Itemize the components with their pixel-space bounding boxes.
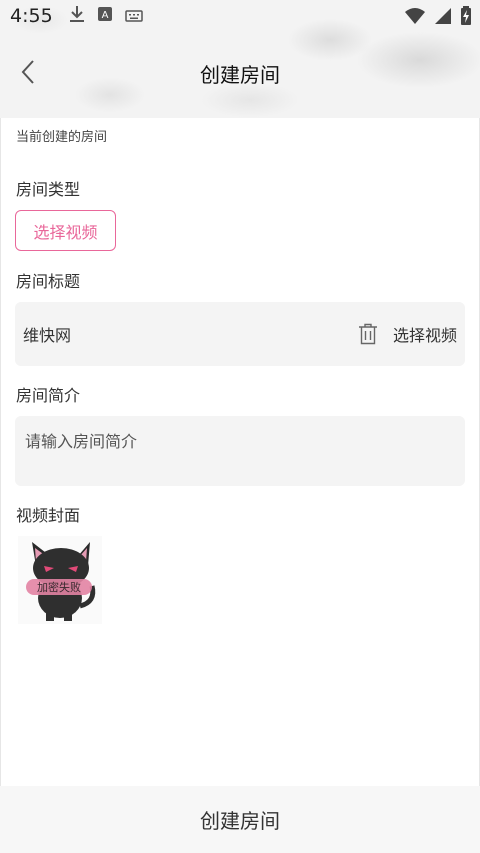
status-time: 4:55	[10, 5, 53, 27]
title-bar: 创建房间	[0, 40, 480, 106]
download-icon	[69, 5, 85, 27]
a-keyboard-icon: A	[97, 6, 113, 26]
trash-icon[interactable]	[357, 322, 379, 346]
room-intro-input[interactable]: 请输入房间简介	[15, 416, 465, 486]
video-cover-image[interactable]: 加密失败	[18, 536, 102, 624]
room-title-value[interactable]: 维快网	[23, 322, 357, 346]
svg-text:加密失败: 加密失败	[37, 580, 81, 594]
create-room-button[interactable]: 创建房间	[0, 786, 480, 853]
room-title-label: 房间标题	[16, 272, 81, 291]
back-button[interactable]	[12, 56, 44, 88]
keyboard-icon	[124, 7, 143, 26]
status-bar: 4:55 A	[0, 0, 480, 32]
battery-charging-icon	[460, 6, 472, 30]
svg-text:A: A	[101, 10, 108, 21]
video-cover-label: 视频封面	[16, 506, 81, 525]
wifi-icon	[404, 7, 426, 29]
room-type-label: 房间类型	[16, 180, 81, 199]
back-arrow-icon	[21, 60, 34, 84]
room-intro-label: 房间简介	[16, 386, 81, 405]
select-video-button[interactable]: 选择视频	[393, 322, 457, 346]
page-title: 创建房间	[200, 62, 280, 87]
signal-icon	[434, 7, 452, 29]
form-subtitle: 当前创建的房间	[16, 130, 108, 145]
room-title-field: 维快网 选择视频	[15, 302, 465, 366]
select-video-type-button[interactable]: 选择视频	[15, 210, 116, 251]
cat-cover-icon: 加密失败	[26, 542, 96, 621]
